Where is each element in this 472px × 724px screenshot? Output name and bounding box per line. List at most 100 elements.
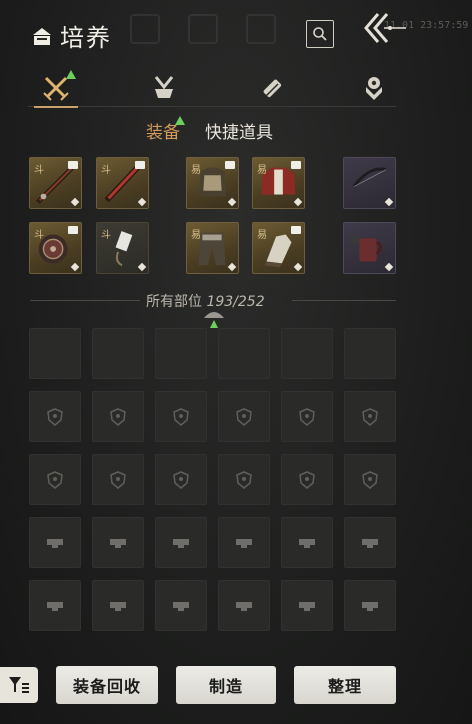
armor-slot-icon	[173, 470, 189, 489]
background-ghost-tabs	[130, 14, 310, 64]
slot-badge	[291, 226, 301, 234]
inventory-slot[interactable]	[92, 517, 144, 568]
inventory-slot[interactable]	[92, 580, 144, 631]
inventory-slot[interactable]	[155, 454, 207, 505]
ghost-tab	[130, 14, 160, 44]
armor-slot-icon	[47, 407, 63, 426]
sort-button[interactable]: 整理	[294, 666, 396, 704]
subtab-quick-items[interactable]: 快捷道具	[205, 118, 273, 143]
equipped-slot-bow[interactable]	[343, 157, 396, 209]
tab-accessories[interactable]	[144, 68, 184, 108]
inventory-slot[interactable]	[344, 517, 396, 568]
equipped-slot-mug[interactable]	[343, 222, 396, 274]
umbrella-cursor-icon	[204, 312, 224, 328]
armor-slot-icon	[362, 407, 378, 426]
inventory-slot[interactable]	[29, 391, 81, 442]
inventory-slot[interactable]	[281, 391, 333, 442]
tab-scrolls[interactable]	[252, 68, 292, 108]
inventory-slot[interactable]	[155, 328, 207, 379]
inventory-slot[interactable]	[155, 580, 207, 631]
inventory-slot[interactable]	[29, 517, 81, 568]
inventory-slot[interactable]	[281, 580, 333, 631]
trinket-slot-icon	[299, 538, 315, 548]
filter-list-icon	[9, 677, 29, 693]
slot-badge	[291, 161, 301, 169]
inventory-slot[interactable]	[155, 391, 207, 442]
page-title: 培养	[60, 24, 112, 52]
divider-right	[292, 300, 396, 301]
armor-slot-icon	[236, 407, 252, 426]
tab-weapons[interactable]	[34, 68, 78, 108]
slot-tag: 易	[191, 230, 201, 241]
armor-slot-icon	[173, 407, 189, 426]
inventory-slot[interactable]	[92, 454, 144, 505]
equipped-slot-blade[interactable]: 斗	[96, 222, 149, 274]
inventory-slot[interactable]	[218, 328, 270, 379]
inventory-filter-label: 所有部位	[146, 294, 202, 310]
inventory-slot[interactable]	[344, 391, 396, 442]
cultivate-icon	[33, 27, 51, 45]
slot-badge	[225, 161, 235, 169]
armor-slot-icon	[236, 470, 252, 489]
trinket-slot-icon	[236, 601, 252, 611]
ghost-tab	[246, 14, 276, 44]
inventory-slot[interactable]	[29, 580, 81, 631]
armor-slot-icon	[299, 407, 315, 426]
inventory-slot[interactable]	[29, 328, 81, 379]
armor-slot-icon	[362, 470, 378, 489]
new-alert-indicator	[175, 116, 185, 125]
inventory-slot[interactable]	[281, 454, 333, 505]
back-button[interactable]	[360, 10, 410, 46]
inventory-slot[interactable]	[344, 328, 396, 379]
equipped-slot-shield[interactable]: 斗	[29, 222, 82, 274]
equipped-slot-coat[interactable]: 易	[252, 157, 305, 209]
armor-slot-icon	[110, 407, 126, 426]
inventory-slot[interactable]	[92, 391, 144, 442]
trinket-slot-icon	[47, 601, 63, 611]
search-button[interactable]	[306, 20, 334, 48]
trinket-slot-icon	[299, 601, 315, 611]
new-alert-indicator	[66, 70, 76, 79]
equipped-slot-weapon[interactable]: 斗	[29, 157, 82, 209]
divider-left	[30, 300, 140, 301]
inventory-slot[interactable]	[29, 454, 81, 505]
slot-tag: 斗	[101, 165, 111, 176]
inventory-slot[interactable]	[281, 517, 333, 568]
slot-tag: 斗	[101, 230, 111, 241]
trinket-slot-icon	[362, 601, 378, 611]
equipped-slot-pants[interactable]: 易	[186, 222, 239, 274]
inventory-slot[interactable]	[344, 454, 396, 505]
trinket-slot-icon	[362, 538, 378, 548]
slot-tag: 易	[191, 165, 201, 176]
inventory-slot[interactable]	[218, 517, 270, 568]
slot-badge	[135, 161, 145, 169]
filter-button[interactable]	[0, 667, 38, 703]
shuttlecock-icon	[154, 76, 174, 98]
token-icon	[366, 77, 382, 100]
slot-tag: 易	[257, 230, 267, 241]
slot-tag: 斗	[34, 230, 44, 241]
tab-underline	[28, 106, 396, 107]
equipped-slot-boots[interactable]: 易	[252, 222, 305, 274]
equipped-slot-armor[interactable]: 易	[186, 157, 239, 209]
trinket-slot-icon	[110, 538, 126, 548]
equipment-recycle-button[interactable]: 装备回收	[56, 666, 158, 704]
back-chevrons-icon	[364, 13, 406, 43]
search-icon	[313, 27, 327, 41]
trinket-slot-icon	[173, 601, 189, 611]
inventory-slot[interactable]	[218, 391, 270, 442]
inventory-slot[interactable]	[218, 454, 270, 505]
tab-tokens[interactable]	[354, 68, 394, 108]
equipped-slot-weapon-2[interactable]: 斗	[96, 157, 149, 209]
inventory-slot[interactable]	[344, 580, 396, 631]
armor-slot-icon	[110, 470, 126, 489]
inventory-slot[interactable]	[92, 328, 144, 379]
inventory-slot[interactable]	[155, 517, 207, 568]
inventory-slot[interactable]	[281, 328, 333, 379]
category-tab-bar	[28, 68, 400, 108]
inventory-slot[interactable]	[218, 580, 270, 631]
craft-button[interactable]: 制造	[176, 666, 276, 704]
slot-tag: 斗	[34, 165, 44, 176]
trinket-slot-icon	[47, 538, 63, 548]
page-header: 培养	[30, 18, 112, 53]
